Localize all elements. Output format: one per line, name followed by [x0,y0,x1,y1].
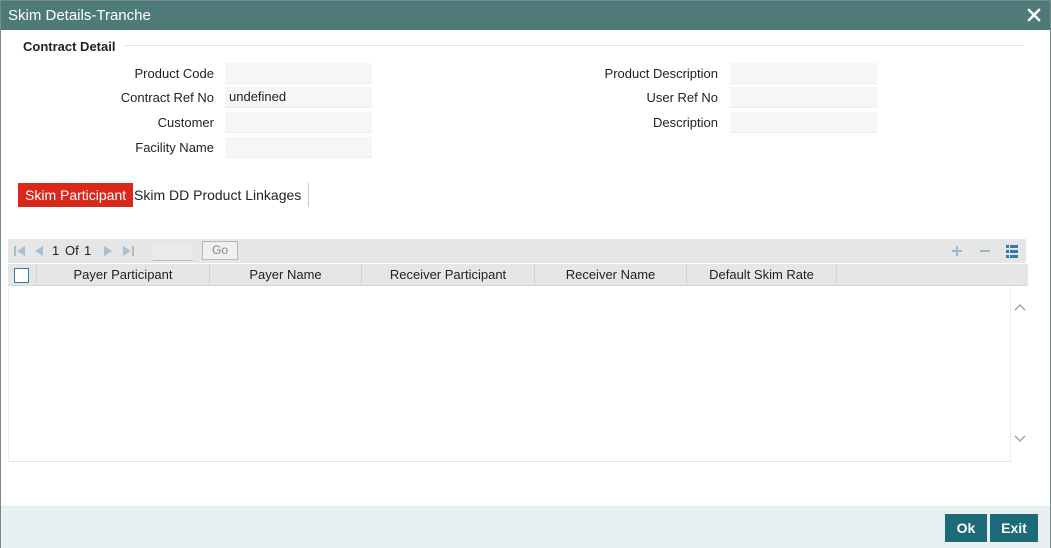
column-header-default-skim-rate[interactable]: Default Skim Rate [686,264,836,286]
contract-detail-heading: Contract Detail [23,39,116,54]
description-field[interactable] [730,112,877,133]
go-button[interactable]: Go [202,241,238,260]
user-ref-no-label: User Ref No [646,90,718,105]
vertical-scrollbar[interactable] [1010,286,1028,462]
column-header-receiver-name[interactable]: Receiver Name [534,264,686,286]
column-header-payer-name[interactable]: Payer Name [209,264,361,286]
scroll-up-icon[interactable] [1014,300,1026,311]
delete-row-icon[interactable] [977,243,993,259]
first-page-icon[interactable] [13,244,27,258]
title-bar: Skim Details-Tranche [1,1,1050,30]
add-row-icon[interactable] [949,243,965,259]
window-title: Skim Details-Tranche [8,7,151,24]
exit-button[interactable]: Exit [990,514,1038,542]
product-code-field[interactable] [225,63,372,84]
last-page-icon[interactable] [121,244,135,258]
skim-details-window: Skim Details-Tranche Contract Detail Pro… [0,0,1051,548]
close-icon[interactable] [1024,5,1044,25]
contract-ref-no-field[interactable]: undefined [225,87,372,108]
page-number-input[interactable] [153,243,193,261]
pager-of-label: Of [65,243,79,258]
section-divider [124,45,1024,46]
grid-body [8,286,1028,462]
tab-skim-participant[interactable]: Skim Participant [18,183,134,207]
user-ref-no-field[interactable] [730,87,877,108]
column-header-receiver-participant[interactable]: Receiver Participant [361,264,534,286]
next-page-icon[interactable] [101,244,115,258]
select-all-checkbox[interactable] [14,268,29,283]
column-header-spacer [836,264,1010,286]
grid-toolbar: 1 Of 1 Go [8,239,1026,263]
description-label: Description [652,115,718,130]
scroll-down-icon[interactable] [1014,432,1026,443]
pager-current: 1 [52,243,60,258]
column-header-payer-participant[interactable]: Payer Participant [36,264,209,286]
pager-total: 1 [84,243,92,258]
dialog-footer: Ok Exit [1,506,1050,548]
prev-page-icon[interactable] [32,244,46,258]
product-code-label: Product Code [134,66,215,81]
facility-name-label: Facility Name [135,140,214,155]
product-description-label: Product Description [604,66,718,81]
grid-header: Payer Participant Payer Name Receiver Pa… [8,264,1028,286]
tab-skim-dd-product-linkages[interactable]: Skim DD Product Linkages [127,183,310,207]
product-description-field[interactable] [730,63,877,84]
single-view-icon[interactable] [1004,243,1020,259]
contract-ref-no-label: Contract Ref No [120,90,214,105]
facility-name-field[interactable] [225,137,372,158]
customer-field[interactable] [225,112,372,133]
ok-button[interactable]: Ok [945,514,987,542]
customer-label: Customer [157,115,214,130]
